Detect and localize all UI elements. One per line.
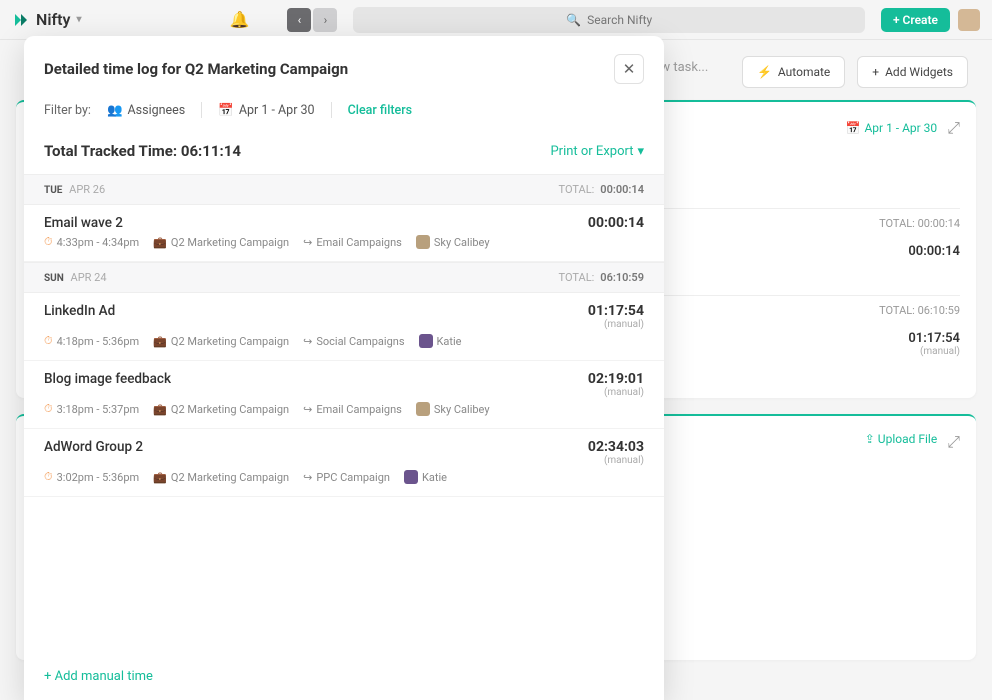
entry-name: Blog image feedback (44, 371, 171, 387)
arrow-icon: ↪ (303, 403, 312, 416)
entry-name: LinkedIn Ad (44, 303, 115, 319)
search-input[interactable]: 🔍 Search Nifty (353, 7, 865, 33)
search-placeholder: Search Nifty (587, 13, 652, 27)
automate-button[interactable]: ⚡Automate (742, 56, 845, 88)
user-avatar-icon (416, 235, 430, 249)
user-avatar-icon (419, 334, 433, 348)
calendar-icon: 📅 (218, 103, 234, 118)
lightning-icon: ⚡ (757, 65, 772, 79)
people-icon: 👥 (107, 103, 123, 118)
entry-name: Email wave 2 (44, 215, 123, 231)
plus-icon: + (893, 13, 903, 27)
manual-badge: (manual) (588, 387, 644, 398)
arrow-icon: ↪ (303, 236, 312, 249)
nav-forward-button[interactable]: › (313, 8, 337, 32)
nav-back-button[interactable]: ‹ (287, 8, 311, 32)
expand-icon[interactable]: ⤢ (947, 118, 960, 138)
entry-duration: 02:34:03 (588, 439, 644, 455)
close-button[interactable]: ✕ (614, 54, 644, 84)
close-icon: ✕ (623, 60, 636, 78)
time-entry[interactable]: LinkedIn Ad 01:17:54 (manual) ⏱4:18pm - … (24, 293, 664, 361)
arrow-icon: ↪ (303, 471, 312, 484)
entry-name: AdWord Group 2 (44, 439, 143, 455)
time-entry[interactable]: AdWord Group 2 02:34:03 (manual) ⏱3:02pm… (24, 429, 664, 497)
expand-icon[interactable]: ⤢ (947, 432, 960, 452)
arrow-icon: ↪ (303, 335, 312, 348)
modal-title: Detailed time log for Q2 Marketing Campa… (44, 60, 348, 78)
clock-icon: ⏱ (44, 235, 53, 249)
manual-badge: (manual) (588, 319, 644, 330)
clock-icon: ⏱ (44, 470, 53, 484)
filter-label: Filter by: (44, 103, 91, 118)
briefcase-icon: 💼 (153, 236, 167, 249)
manual-badge: (manual) (588, 455, 644, 466)
plus-icon: + (872, 65, 879, 79)
bell-icon[interactable]: 🔔 (230, 10, 250, 29)
entry-duration: 02:19:01 (588, 371, 644, 387)
briefcase-icon: 💼 (153, 403, 167, 416)
user-avatar-icon (404, 470, 418, 484)
entry-duration: 01:17:54 (588, 303, 644, 319)
add-widgets-button[interactable]: +Add Widgets (857, 56, 968, 88)
time-log-modal: Detailed time log for Q2 Marketing Campa… (24, 36, 664, 700)
chevron-down-icon: ▾ (76, 14, 81, 25)
date-filter[interactable]: 📅Apr 1 - Apr 30 (218, 103, 314, 118)
total-tracked-time: Total Tracked Time: 06:11:14 (44, 142, 241, 160)
briefcase-icon: 💼 (153, 335, 167, 348)
clear-filters-button[interactable]: Clear filters (348, 103, 413, 118)
search-icon: 🔍 (566, 13, 581, 27)
brand-name: Nifty (36, 10, 70, 29)
clock-icon: ⏱ (44, 334, 53, 348)
chevron-down-icon: ▾ (637, 144, 644, 159)
clock-icon: ⏱ (44, 402, 53, 416)
user-avatar-icon (416, 402, 430, 416)
calendar-icon: 📅 (846, 121, 861, 135)
create-button[interactable]: + Create (881, 8, 950, 32)
user-avatar[interactable] (958, 9, 980, 31)
assignees-filter[interactable]: 👥Assignees (107, 103, 185, 118)
time-entry[interactable]: Email wave 2 00:00:14 ⏱4:33pm - 4:34pm 💼… (24, 205, 664, 262)
date-range-picker[interactable]: 📅Apr 1 - Apr 30 (846, 121, 938, 135)
entry-duration: 00:00:14 (588, 215, 644, 231)
export-button[interactable]: Print or Export▾ (550, 144, 644, 159)
briefcase-icon: 💼 (153, 471, 167, 484)
time-entry[interactable]: Blog image feedback 02:19:01 (manual) ⏱3… (24, 361, 664, 429)
brand[interactable]: Nifty ▾ (12, 10, 82, 29)
add-manual-time-button[interactable]: + Add manual time (44, 669, 153, 684)
upload-file-button[interactable]: ⇪ Upload File (865, 432, 937, 452)
brand-logo-icon (12, 11, 30, 29)
